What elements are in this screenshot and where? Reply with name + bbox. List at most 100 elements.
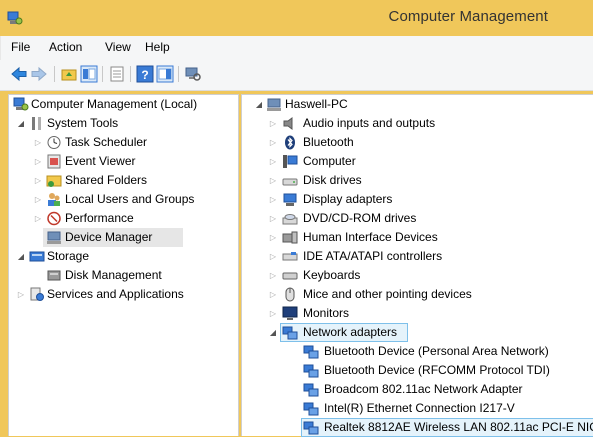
network-adapter-icon	[282, 326, 298, 340]
bluetooth-icon	[285, 135, 295, 150]
disk-drive-icon	[282, 178, 298, 186]
tree-label: Services and Applications	[47, 287, 184, 301]
expand-arrow-icon[interactable]: ▷	[268, 190, 278, 209]
expand-arrow-icon[interactable]: ▷	[268, 247, 278, 266]
network-adapter-icon	[303, 364, 319, 378]
menu-action[interactable]: Action	[49, 40, 82, 54]
expand-arrow-icon[interactable]: ▷	[268, 285, 278, 304]
disk-management-icon	[47, 270, 61, 281]
expand-arrow-icon[interactable]: ▷	[33, 209, 43, 228]
collapse-arrow-icon[interactable]: ◢	[268, 323, 278, 342]
network-adapter-item[interactable]: Bluetooth Device (Personal Area Network)	[242, 342, 592, 361]
device-category-computer[interactable]: ▷ Computer	[242, 152, 592, 171]
scan-icon[interactable]	[184, 65, 202, 83]
collapse-arrow-icon[interactable]: ◢	[16, 114, 26, 133]
tree-label: Event Viewer	[65, 154, 136, 168]
expand-arrow-icon[interactable]: ▷	[268, 266, 278, 285]
tree-item-disk-management[interactable]: Disk Management	[9, 266, 236, 285]
network-adapter-item[interactable]: Bluetooth Device (RFCOMM Protocol TDI)	[242, 361, 592, 380]
collapse-arrow-icon[interactable]: ◢	[16, 247, 26, 266]
tree-label: Local Users and Groups	[65, 192, 195, 206]
toolbar-separator	[130, 66, 131, 82]
users-icon	[48, 193, 60, 206]
title-bar: Computer Management	[0, 0, 593, 36]
tree-label: Mice and other pointing devices	[303, 287, 472, 301]
expand-arrow-icon[interactable]: ▷	[33, 133, 43, 152]
back-icon[interactable]	[10, 65, 28, 83]
tree-item-local-users[interactable]: ▷ Local Users and Groups	[9, 190, 236, 209]
help-icon[interactable]: ?	[136, 65, 154, 83]
expand-arrow-icon[interactable]: ▷	[268, 304, 278, 323]
tree-label: Bluetooth	[303, 135, 354, 149]
event-viewer-icon	[47, 154, 61, 169]
expand-arrow-icon[interactable]: ▷	[33, 171, 43, 190]
computer-icon	[267, 98, 281, 111]
device-category-network-adapters[interactable]: ◢ Network adapters	[242, 323, 592, 342]
menu-bar: File Action View Help	[0, 36, 593, 60]
tree-item-system-tools[interactable]: ◢ System Tools	[9, 114, 236, 133]
tree-item-computer-management[interactable]: Computer Management (Local)	[9, 95, 236, 114]
toolbar: ?	[0, 60, 593, 91]
tree-item-services-apps[interactable]: ▷ Services and Applications	[9, 285, 236, 304]
tree-item-performance[interactable]: ▷ Performance	[9, 209, 236, 228]
device-root-haswell-pc[interactable]: ◢ Haswell-PC	[242, 95, 592, 114]
tree-label: DVD/CD-ROM drives	[303, 211, 417, 225]
device-category-disk-drives[interactable]: ▷ Disk drives	[242, 171, 592, 190]
expand-arrow-icon[interactable]: ▷	[33, 190, 43, 209]
tree-label: System Tools	[47, 116, 119, 130]
device-category-display-adapters[interactable]: ▷ Display adapters	[242, 190, 592, 209]
tree-item-task-scheduler[interactable]: ▷ Task Scheduler	[9, 133, 236, 152]
tree-label: Human Interface Devices	[303, 230, 438, 244]
device-category-keyboards[interactable]: ▷ Keyboards	[242, 266, 592, 285]
tree-label: Display adapters	[303, 192, 393, 206]
device-category-dvd[interactable]: ▷ DVD/CD-ROM drives	[242, 209, 592, 228]
expand-arrow-icon[interactable]: ▷	[268, 171, 278, 190]
tree-item-shared-folders[interactable]: ▷ Shared Folders	[9, 171, 236, 190]
device-category-mice[interactable]: ▷ Mice and other pointing devices	[242, 285, 592, 304]
display-adapter-icon	[283, 193, 297, 206]
ide-controller-icon	[282, 252, 298, 261]
network-adapter-icon	[303, 421, 319, 435]
collapse-arrow-icon[interactable]: ◢	[254, 95, 264, 114]
network-adapter-item[interactable]: Broadcom 802.11ac Network Adapter	[242, 380, 592, 399]
tools-icon	[32, 117, 41, 130]
expand-arrow-icon[interactable]: ▷	[268, 228, 278, 247]
tree-label: Realtek 8812AE Wireless LAN 802.11ac PCI…	[324, 420, 593, 434]
tree-label: Intel(R) Ethernet Connection I217-V	[324, 401, 515, 415]
hid-icon	[282, 231, 298, 244]
properties-icon[interactable]	[108, 65, 126, 83]
expand-arrow-icon[interactable]: ▷	[268, 114, 278, 133]
device-category-audio[interactable]: ▷ Audio inputs and outputs	[242, 114, 592, 133]
tree-label: Task Scheduler	[65, 135, 148, 149]
network-adapter-item-selected[interactable]: Realtek 8812AE Wireless LAN 802.11ac PCI…	[242, 418, 593, 437]
expand-arrow-icon[interactable]: ▷	[33, 152, 43, 171]
tree-label: Keyboards	[303, 268, 361, 282]
tree-label: Haswell-PC	[285, 97, 348, 111]
device-category-ide[interactable]: ▷ IDE ATA/ATAPI controllers	[242, 247, 592, 266]
tree-label: Network adapters	[303, 325, 398, 339]
tree-item-event-viewer[interactable]: ▷ Event Viewer	[9, 152, 236, 171]
monitor-icon	[282, 306, 298, 320]
show-tree-icon[interactable]	[80, 65, 98, 83]
up-folder-icon[interactable]	[60, 65, 78, 83]
menu-view[interactable]: View	[105, 40, 131, 54]
network-adapter-item[interactable]: Intel(R) Ethernet Connection I217-V	[242, 399, 592, 418]
show-hide-icon[interactable]	[156, 65, 174, 83]
expand-arrow-icon[interactable]: ▷	[268, 209, 278, 228]
menu-help[interactable]: Help	[145, 40, 170, 54]
forward-icon[interactable]	[30, 65, 48, 83]
menu-file[interactable]: File	[11, 40, 30, 54]
device-manager-icon	[47, 231, 61, 244]
expand-arrow-icon[interactable]: ▷	[268, 133, 278, 152]
tree-item-device-manager[interactable]: Device Manager	[43, 228, 183, 247]
expand-arrow-icon[interactable]: ▷	[268, 152, 278, 171]
expand-arrow-icon[interactable]: ▷	[16, 285, 26, 304]
services-icon	[30, 287, 44, 301]
device-category-bluetooth[interactable]: ▷ Bluetooth	[242, 133, 592, 152]
tree-item-storage[interactable]: ◢ Storage	[9, 247, 236, 266]
tree-label: Performance	[65, 211, 134, 225]
device-category-hid[interactable]: ▷ Human Interface Devices	[242, 228, 592, 247]
tree-label: Disk Management	[65, 268, 162, 282]
device-category-monitors[interactable]: ▷ Monitors	[242, 304, 592, 323]
tree-label: Monitors	[303, 306, 350, 320]
